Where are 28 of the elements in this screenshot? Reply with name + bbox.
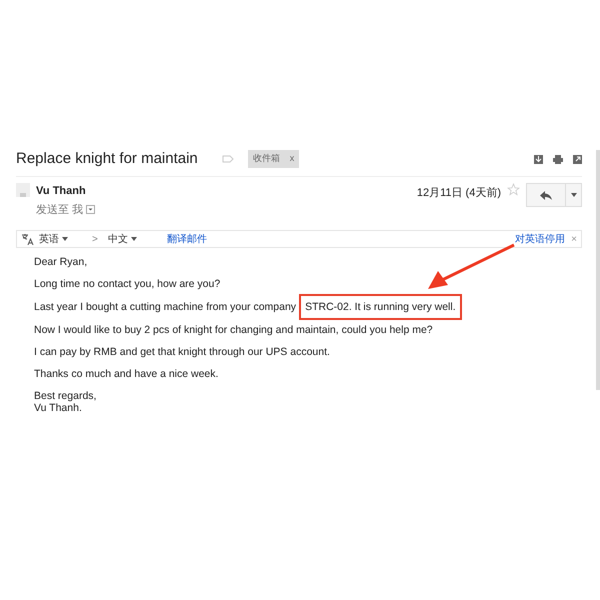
body-paragraph: Last year I bought a cutting machine from your company STRC-02. It is running very well.: [34, 294, 582, 320]
inbox-label[interactable]: 收件箱 x: [248, 150, 300, 168]
dropdown-icon[interactable]: [86, 205, 96, 214]
star-icon[interactable]: [507, 183, 520, 196]
new-window-icon[interactable]: [573, 154, 582, 164]
body-paragraph: Best regards, Vu Thanh.: [34, 390, 98, 414]
download-icon[interactable]: [534, 154, 543, 164]
arrow-text: >: [92, 232, 98, 246]
translate-icon: [21, 233, 35, 245]
caret-icon: [130, 237, 137, 241]
subject-title: Replace knight for maintain: [16, 148, 198, 169]
avatar-icon: [16, 183, 30, 197]
recipient-text: 发送至 我: [36, 202, 84, 218]
reply-icon: [540, 190, 552, 200]
disable-link[interactable]: 对英语停用: [515, 232, 566, 246]
body-paragraph: Now I would like to buy 2 pcs of knight for changing and maintain, could you help me?: [34, 324, 434, 336]
body-paragraph: Dear Ryan,: [34, 256, 88, 268]
date-text: 12月11日 (4天前): [416, 186, 501, 201]
source-language-select[interactable]: 英语: [39, 232, 68, 246]
scrollbar[interactable]: [596, 150, 600, 390]
body-paragraph: Long time no contact you, how are you?: [34, 278, 222, 290]
translate-link[interactable]: 翻译邮件: [166, 232, 207, 246]
sender-name: Vu Thanh: [36, 184, 87, 199]
caret-icon: [62, 237, 68, 241]
body-paragraph: Thanks co much and have a nice week.: [34, 368, 220, 380]
caret-icon: [570, 193, 576, 197]
body-paragraph: I can pay by RMB and get that knight through our UPS account.: [34, 346, 331, 358]
target-language-select[interactable]: 中文: [108, 232, 137, 246]
